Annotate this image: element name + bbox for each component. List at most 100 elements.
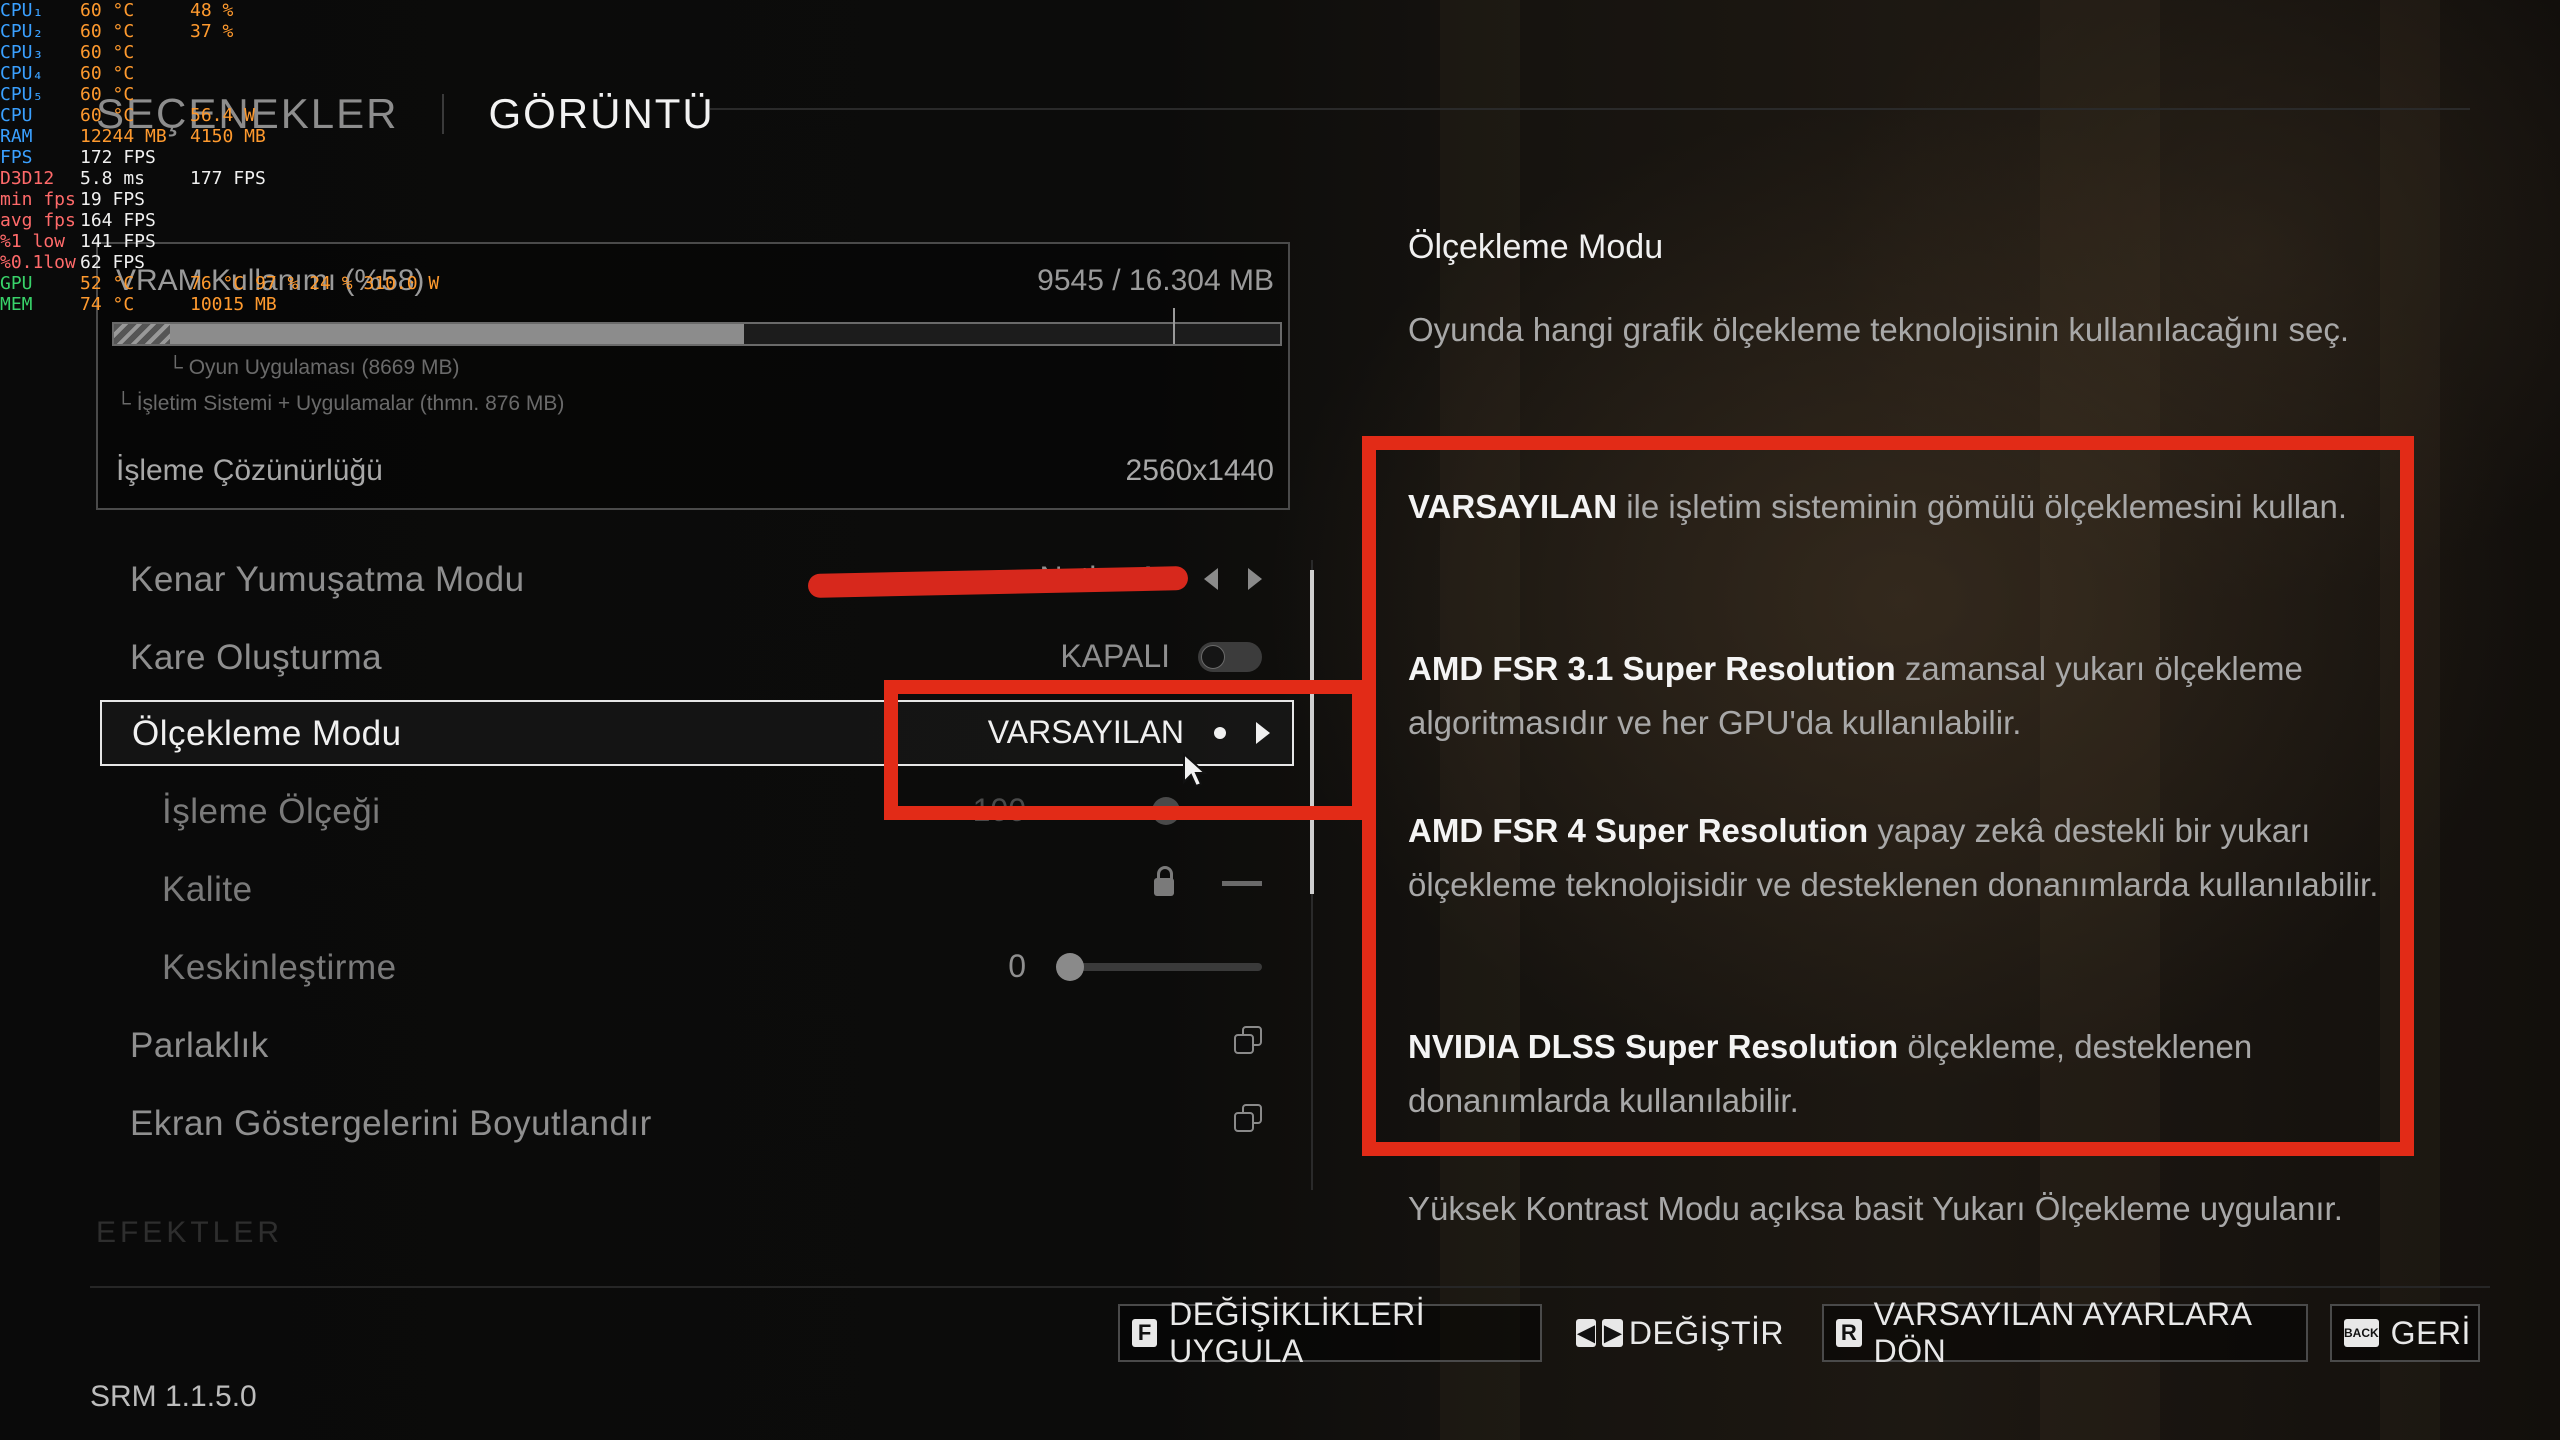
vram-usage-bar — [112, 322, 1282, 346]
button-label: DEĞİŞİKLİKLERİ UYGULA — [1169, 1296, 1426, 1369]
description-title: Ölçekleme Modu — [1408, 228, 1664, 266]
key-f-icon: F — [1132, 1319, 1158, 1347]
overlay-label: CPU₃ — [0, 42, 44, 63]
overlay-value: 60 °C — [80, 63, 135, 84]
overlay-row: GPU 52 °C 76 °C 97 % 24 % 310.0 W — [0, 273, 510, 294]
overlay-value: 12244 MB — [80, 126, 167, 147]
sharpening-slider[interactable] — [1056, 952, 1262, 981]
description-item: NVIDIA DLSS Super Resolution ölçekleme, … — [1408, 1028, 2253, 1119]
change-button[interactable]: ◀ ▶ DEĞİŞTİR — [1562, 1304, 1798, 1362]
open-submenu-icon[interactable] — [1234, 1026, 1262, 1054]
overlay-row: CPU 60 °C 56.4 W — [0, 105, 510, 126]
key-r-icon: R — [1836, 1319, 1862, 1347]
overlay-label: CPU₁ — [0, 0, 44, 21]
description-intro: Oyunda hangi grafik ölçekleme teknolojis… — [1408, 311, 2350, 348]
overlay-label: min fps — [0, 189, 76, 210]
slider-knob[interactable] — [1056, 952, 1084, 981]
setting-hud-scale[interactable]: Ekran Göstergelerini Boyutlandır — [100, 1092, 1290, 1158]
setting-label: Ekran Göstergelerini Boyutlandır — [130, 1104, 652, 1143]
toggle-knob — [1201, 644, 1225, 669]
overlay-value: 60 °C — [80, 21, 135, 42]
setting-label: Parlaklık — [130, 1026, 269, 1065]
vram-game-usage: └ Oyun Uygulaması (8669 MB) — [168, 356, 460, 379]
description-item: AMD FSR 3.1 Super Resolution zamansal yu… — [1408, 650, 2303, 741]
performance-overlay: CPU₁ 60 °C 48 % CPU₂ 60 °C 37 % CPU₃ 60 °C CPU₄ 6… — [0, 0, 510, 315]
setting-label: Keskinleştirme — [162, 948, 397, 987]
overlay-value: 19 FPS — [80, 189, 146, 210]
overlay-row: CPU₂ 60 °C 37 % — [0, 21, 510, 42]
overlay-value — [190, 147, 510, 168]
overlay-row: avg fps 164 FPS — [0, 210, 510, 231]
open-submenu-icon[interactable] — [1234, 1104, 1262, 1132]
setting-sharpening[interactable]: Keskinleştirme 0 — [100, 936, 1290, 1002]
render-resolution-value: 2560x1440 — [1125, 454, 1274, 487]
setting-label: İşleme Ölçeği — [162, 792, 381, 831]
overlay-label: GPU — [0, 273, 33, 294]
overlay-label: MEM — [0, 294, 33, 315]
setting-brightness[interactable]: Parlaklık — [100, 1014, 1290, 1080]
mouse-cursor-icon — [1183, 752, 1208, 788]
description-item: VARSAYILAN ile işletim sisteminin gömülü… — [1408, 488, 2347, 525]
overlay-value: 141 FPS — [80, 231, 156, 252]
lock-icon — [1154, 866, 1174, 896]
setting-label: Ölçekleme Modu — [132, 714, 402, 753]
button-label: VARSAYILAN AYARLARA DÖN — [1873, 1296, 2251, 1369]
overlay-value — [190, 252, 510, 273]
overlay-label: CPU₂ — [0, 21, 44, 42]
overlay-value: 4150 MB — [190, 126, 266, 147]
overlay-label: D3D12 — [0, 168, 55, 189]
overlay-value: 52 °C — [80, 273, 135, 294]
page-title: GÖRÜNTÜ — [488, 90, 715, 137]
overlay-row: FPS 172 FPS — [0, 147, 510, 168]
overlay-value: 56.4 W — [190, 105, 256, 126]
back-button[interactable]: BACK GERİ — [2330, 1304, 2480, 1362]
frame-gen-toggle[interactable] — [1198, 641, 1262, 672]
overlay-value: 62 FPS — [80, 252, 146, 273]
description-item: AMD FSR 4 Super Resolution yapay zekâ de… — [1408, 812, 2379, 903]
overlay-label: %0.1low — [0, 252, 76, 273]
arrow-right-icon[interactable] — [1248, 567, 1262, 590]
arrow-left-icon[interactable] — [1204, 567, 1218, 590]
vram-os-segment — [114, 324, 170, 344]
header-divider — [710, 108, 2470, 110]
overlay-row: CPU₅ 60 °C — [0, 84, 510, 105]
overlay-value: 10015 MB — [190, 294, 277, 315]
arrow-left-key-icon: ◀ — [1576, 1319, 1597, 1347]
overlay-value: 164 FPS — [80, 210, 156, 231]
overlay-row: D3D12 5.8 ms 177 FPS — [0, 168, 510, 189]
overlay-value: 60 °C — [80, 84, 135, 105]
overlay-value: 172 FPS — [80, 147, 156, 168]
frame-gen-value: KAPALI — [1060, 638, 1170, 674]
overlay-row: CPU₄ 60 °C — [0, 63, 510, 84]
overlay-label: RAM — [0, 126, 33, 147]
overlay-row: CPU₃ 60 °C — [0, 42, 510, 63]
vram-os-usage: └ İşletim Sistemi + Uygulamalar (thmn. 8… — [116, 392, 565, 415]
apply-changes-button[interactable]: F DEĞİŞİKLİKLERİ UYGULA — [1118, 1296, 1542, 1369]
overlay-label: CPU₄ — [0, 63, 44, 84]
overlay-value — [190, 42, 510, 63]
reset-defaults-button[interactable]: R VARSAYILAN AYARLARA DÖN — [1822, 1296, 2308, 1369]
overlay-value: 37 % — [190, 21, 234, 42]
overlay-value — [190, 210, 510, 231]
setting-label: Kenar Yumuşatma Modu — [130, 560, 525, 599]
annotation-box-scaling-value — [884, 680, 1366, 820]
render-resolution-label: İşleme Çözünürlüğü — [116, 454, 383, 487]
overlay-label: CPU — [0, 105, 33, 126]
overlay-value — [190, 231, 510, 252]
arrow-right-key-icon: ▶ — [1602, 1319, 1623, 1347]
version-label: SRM 1.1.5.0 — [90, 1380, 257, 1413]
overlay-row: %1 low 141 FPS — [0, 231, 510, 252]
overlay-value: 60 °C — [80, 42, 135, 63]
vram-usage-value: 9545 / 16.304 MB — [1037, 264, 1274, 297]
quality-disabled-dash — [1222, 880, 1262, 886]
description-note: Yüksek Kontrast Modu açıksa basit Yukarı… — [1408, 1190, 2343, 1227]
setting-label: Kalite — [162, 870, 253, 909]
overlay-label: FPS — [0, 147, 33, 168]
overlay-value: 48 % — [190, 0, 234, 21]
overlay-value — [190, 189, 510, 210]
button-label: DEĞİŞTİR — [1628, 1314, 1784, 1351]
setting-quality: Kalite — [100, 858, 1290, 924]
vram-usage-fill — [114, 324, 744, 344]
overlay-value: 60 °C — [80, 105, 135, 126]
overlay-row: %0.1low 62 FPS — [0, 252, 510, 273]
